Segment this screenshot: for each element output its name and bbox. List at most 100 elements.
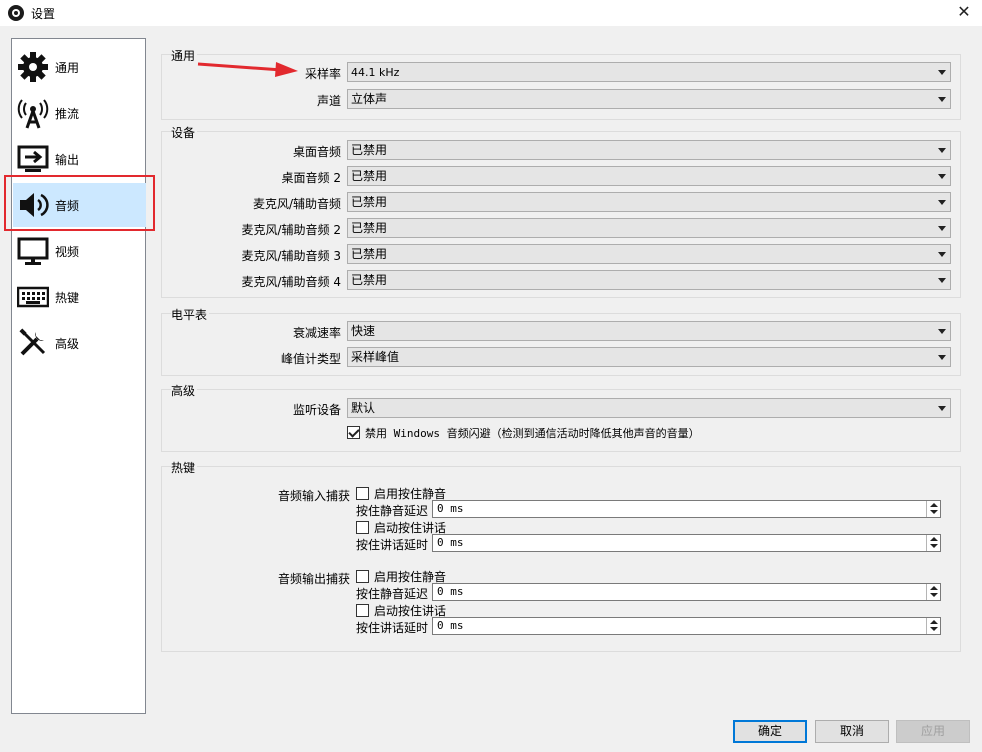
push-to-mute-label: 启用按住静音 <box>374 570 447 584</box>
peak-meter-type-select[interactable]: 采样峰值 <box>347 347 951 367</box>
push-to-talk-label: 启动按住讲话 <box>374 604 447 618</box>
spinbox-arrows[interactable] <box>926 501 940 517</box>
checkbox-unchecked-icon <box>356 487 369 500</box>
checkbox-checked-icon <box>347 426 360 439</box>
arrow-down-icon <box>930 593 938 597</box>
channels-label: 声道 <box>316 94 341 108</box>
sample-rate-value: 44.1 kHz <box>351 66 400 79</box>
spinbox-value: 0 ms <box>437 585 464 598</box>
sidebar-item-general[interactable]: 通用 <box>13 45 146 89</box>
chevron-down-icon <box>938 329 946 334</box>
peak-meter-type-value: 采样峰值 <box>351 350 400 364</box>
chevron-down-icon <box>938 97 946 102</box>
disable-ducking-label: 禁用 Windows 音频闪避（检测到通信活动时降低其他声音的音量） <box>365 427 700 440</box>
device-label: 麦克风/辅助音频 <box>252 197 341 211</box>
obs-logo-icon <box>8 5 24 21</box>
device-value: 已禁用 <box>351 169 388 183</box>
checkbox-unchecked-icon <box>356 604 369 617</box>
push-to-mute-delay-label: 按住静音延迟 <box>356 504 429 518</box>
desktop-audio-select[interactable]: 已禁用 <box>347 140 951 160</box>
chevron-down-icon <box>938 252 946 257</box>
mic-aux-select[interactable]: 已禁用 <box>347 192 951 212</box>
devices-group-title: 设备 <box>171 124 198 141</box>
chevron-down-icon <box>938 226 946 231</box>
device-label: 桌面音频 2 <box>281 171 341 185</box>
spinbox-arrows[interactable] <box>926 618 940 634</box>
window-title: 设置 <box>31 7 56 21</box>
chevron-down-icon <box>938 278 946 283</box>
checkbox-unchecked-icon <box>356 521 369 534</box>
close-button[interactable]: ✕ <box>954 2 974 22</box>
push-to-talk-delay-spinbox[interactable]: 0 ms <box>432 617 941 635</box>
monitor-icon <box>17 237 49 265</box>
sidebar-item-hotkeys[interactable]: 热键 <box>13 275 146 319</box>
push-to-mute-delay-label: 按住静音延迟 <box>356 587 429 601</box>
keyboard-icon <box>17 286 49 308</box>
arrow-down-icon <box>930 510 938 514</box>
gear-icon <box>18 52 48 82</box>
push-to-talk-delay-label: 按住讲话延时 <box>356 621 429 635</box>
push-to-mute-delay-spinbox[interactable]: 0 ms <box>432 583 941 601</box>
advanced-group-title: 高级 <box>171 382 198 399</box>
broadcast-icon <box>17 99 49 129</box>
device-value: 已禁用 <box>351 247 388 261</box>
mic-aux-2-select[interactable]: 已禁用 <box>347 218 951 238</box>
decay-rate-value: 快速 <box>351 324 376 338</box>
mic-aux-3-select[interactable]: 已禁用 <box>347 244 951 264</box>
apply-button[interactable]: 应用 <box>896 720 970 743</box>
device-label: 麦克风/辅助音频 3 <box>241 249 342 263</box>
spinbox-value: 0 ms <box>437 536 464 549</box>
hotkeys-group-title: 热键 <box>171 459 198 476</box>
sidebar-item-label: 高级 <box>55 337 80 351</box>
arrow-up-icon <box>930 537 938 541</box>
desktop-audio-2-select[interactable]: 已禁用 <box>347 166 951 186</box>
push-to-talk-delay-spinbox[interactable]: 0 ms <box>432 534 941 552</box>
arrow-up-icon <box>930 503 938 507</box>
settings-sidebar: 通用 推流 输出 音频 视频 热键 高级 <box>11 38 146 714</box>
red-arrow-annotation <box>197 62 298 77</box>
ok-button[interactable]: 确定 <box>733 720 807 743</box>
spinbox-arrows[interactable] <box>926 535 940 551</box>
selection-highlight-annotation <box>4 175 155 231</box>
sidebar-item-label: 输出 <box>55 153 80 167</box>
audio-input-capture-label: 音频输入捕获 <box>277 489 350 503</box>
device-value: 已禁用 <box>351 221 388 235</box>
title-bar: 设置 ✕ <box>0 0 982 26</box>
chevron-down-icon <box>938 200 946 205</box>
sample-rate-select[interactable]: 44.1 kHz <box>347 62 951 82</box>
push-to-mute-label: 启用按住静音 <box>374 487 447 501</box>
device-label: 麦克风/辅助音频 4 <box>241 275 342 289</box>
disable-ducking-checkbox[interactable]: 禁用 Windows 音频闪避（检测到通信活动时降低其他声音的音量） <box>347 425 700 441</box>
decay-rate-label: 衰减速率 <box>292 326 341 340</box>
general-group-title: 通用 <box>171 47 198 64</box>
sidebar-item-label: 推流 <box>55 107 80 121</box>
monitoring-device-label: 监听设备 <box>292 403 341 417</box>
sidebar-item-label: 热键 <box>55 291 80 305</box>
channels-select[interactable]: 立体声 <box>347 89 951 109</box>
arrow-down-icon <box>930 627 938 631</box>
decay-rate-select[interactable]: 快速 <box>347 321 951 341</box>
meters-group-title: 电平表 <box>171 306 210 323</box>
chevron-down-icon <box>938 70 946 75</box>
device-value: 已禁用 <box>351 195 388 209</box>
chevron-down-icon <box>938 174 946 179</box>
sidebar-item-label: 视频 <box>55 245 80 259</box>
sidebar-item-video[interactable]: 视频 <box>13 229 146 273</box>
spinbox-arrows[interactable] <box>926 584 940 600</box>
push-to-talk-label: 启动按住讲话 <box>374 521 447 535</box>
chevron-down-icon <box>938 406 946 411</box>
monitoring-device-select[interactable]: 默认 <box>347 398 951 418</box>
push-to-mute-delay-spinbox[interactable]: 0 ms <box>432 500 941 518</box>
cancel-button[interactable]: 取消 <box>815 720 889 743</box>
arrow-up-icon <box>930 620 938 624</box>
sidebar-item-label: 通用 <box>55 61 80 75</box>
arrow-up-icon <box>930 586 938 590</box>
sidebar-item-advanced[interactable]: 高级 <box>13 321 146 365</box>
arrow-down-icon <box>930 544 938 548</box>
chevron-down-icon <box>938 355 946 360</box>
output-icon <box>17 145 49 172</box>
device-value: 已禁用 <box>351 143 388 157</box>
sidebar-item-stream[interactable]: 推流 <box>13 91 146 135</box>
tools-icon <box>19 328 46 356</box>
mic-aux-4-select[interactable]: 已禁用 <box>347 270 951 290</box>
